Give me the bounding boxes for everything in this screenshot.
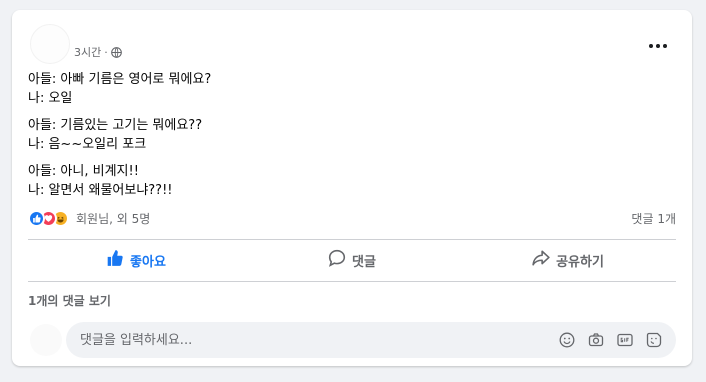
meta-separator: · — [104, 45, 108, 59]
comment-label: 댓글 — [352, 254, 376, 270]
divider — [28, 281, 676, 282]
globe-icon[interactable] — [110, 46, 122, 58]
reaction-stats: 회원님, 외 5명 댓글 1개 — [28, 207, 676, 229]
post-line: 아들: 기름있는 고기는 뭐에요?? — [28, 118, 203, 133]
post-meta: 3시간 · — [74, 44, 122, 60]
avatar[interactable] — [30, 324, 62, 356]
post-paragraph: 아들: 아빠 기름은 영어로 뭐에요? 나: 오일 — [28, 70, 676, 108]
share-arrow-icon — [532, 249, 556, 271]
gif-icon[interactable] — [615, 330, 635, 350]
divider — [28, 239, 676, 240]
like-label: 좋아요 — [130, 254, 166, 270]
post-header: 3시간 · — [28, 22, 676, 64]
share-label: 공유하기 — [556, 254, 604, 270]
reaction-icons[interactable] — [28, 209, 69, 227]
post-paragraph: 아들: 기름있는 고기는 뭐에요?? 나: 음~~오일리 포크 — [28, 116, 676, 154]
post-timestamp[interactable]: 3시간 — [74, 44, 101, 60]
comment-count[interactable]: 댓글 1개 — [631, 210, 676, 227]
emoji-icon[interactable] — [557, 330, 577, 350]
post-card: 3시간 · 아들: 아빠 기름은 영어로 뭐에요? 나: 오일 아들: 기름있는… — [12, 10, 692, 366]
comment-input-icons — [557, 330, 664, 350]
like-icon — [28, 209, 45, 227]
post-line: 아들: 아빠 기름은 영어로 뭐에요? — [28, 72, 212, 87]
comment-composer — [28, 322, 676, 358]
like-button[interactable]: 좋아요 — [28, 243, 244, 277]
more-options-icon[interactable] — [646, 36, 670, 56]
reaction-names[interactable]: 회원님, 외 5명 — [76, 210, 150, 227]
share-button[interactable]: 공유하기 — [460, 243, 676, 277]
comment-button[interactable]: 댓글 — [244, 243, 460, 277]
thumbs-up-icon — [106, 249, 130, 271]
comment-input[interactable] — [78, 331, 557, 349]
speech-bubble-icon — [328, 249, 352, 271]
view-comments-link[interactable]: 1개의 댓글 보기 — [28, 292, 111, 309]
post-paragraph: 아들: 아니, 비계지!! 나: 알면서 왜물어보냐??!! — [28, 162, 676, 200]
camera-icon[interactable] — [586, 330, 606, 350]
post-line: 나: 오일 — [28, 91, 73, 106]
comment-input-box[interactable] — [66, 322, 676, 358]
sticker-icon[interactable] — [644, 330, 664, 350]
action-bar: 좋아요 댓글 공유하기 — [28, 243, 676, 277]
post-line: 나: 음~~오일리 포크 — [28, 137, 147, 152]
avatar[interactable] — [30, 24, 70, 64]
post-line: 나: 알면서 왜물어보냐??!! — [28, 183, 173, 198]
post-text: 아들: 아빠 기름은 영어로 뭐에요? 나: 오일 아들: 기름있는 고기는 뭐… — [28, 70, 676, 208]
post-line: 아들: 아니, 비계지!! — [28, 164, 139, 179]
